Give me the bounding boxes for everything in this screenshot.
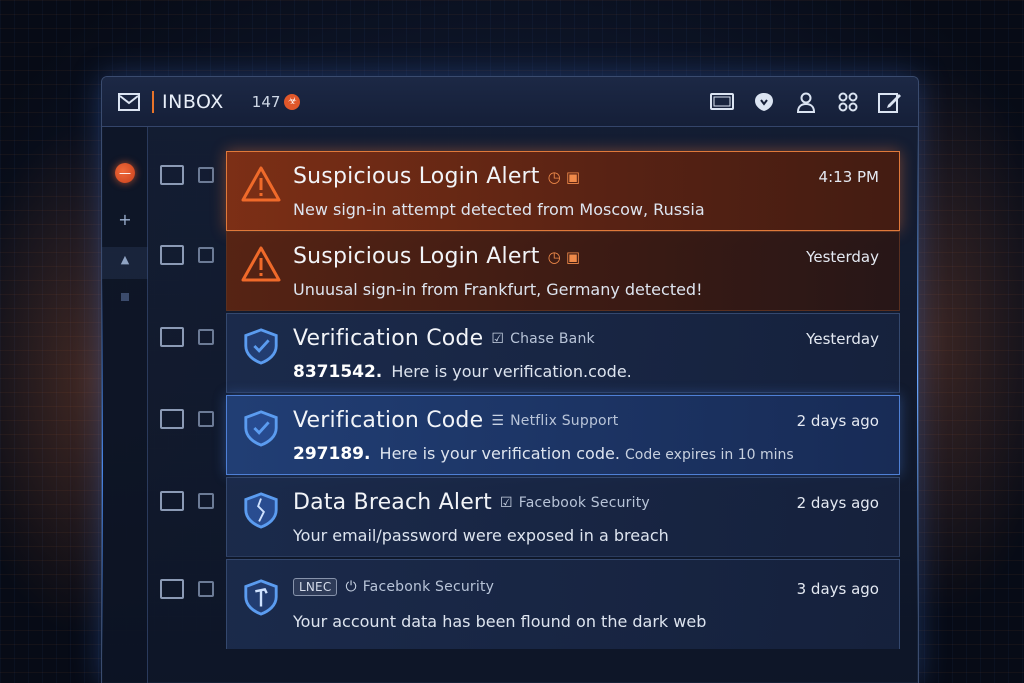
email-preview-text: Here is your verification.code.: [391, 362, 632, 381]
tag-icon: ◷ ▣: [547, 167, 581, 186]
email-card[interactable]: Suspicious Login Alert ◷ ▣ 4:13 PM New s…: [226, 151, 900, 231]
email-card[interactable]: Verification Code ☑ Chase Bank Yesterday…: [226, 313, 900, 393]
email-sender-name: Facebook Security: [518, 494, 650, 511]
email-preview: Your email/password were exposed in a br…: [293, 526, 669, 545]
row-select-checkbox[interactable]: [160, 165, 184, 185]
email-list: Suspicious Login Alert ◷ ▣ 4:13 PM New s…: [148, 127, 918, 683]
shield-heart-icon[interactable]: [752, 90, 776, 114]
email-subject-text: Verification Code: [293, 408, 484, 433]
inbox-title[interactable]: INBOX: [162, 91, 224, 113]
email-subject: LNEC ⏻ Facebonk Security: [293, 578, 494, 596]
email-sender: ☰ Netflix Support: [491, 413, 618, 429]
mail-window: INBOX 147 ☣ — + ▲ Suspicious Login Alert…: [101, 76, 919, 683]
plus-icon[interactable]: +: [115, 209, 135, 229]
email-row[interactable]: Suspicious Login Alert ◷ ▣ 4:13 PM New s…: [148, 151, 918, 231]
user-icon[interactable]: [794, 90, 818, 114]
email-time: 2 days ago: [796, 412, 879, 430]
link-icon[interactable]: [836, 90, 860, 114]
compose-dot-icon[interactable]: —: [115, 163, 135, 183]
shield-breach-icon: [244, 492, 278, 529]
email-time: Yesterday: [806, 330, 879, 348]
email-preview: 297189. Here is your verification code. …: [293, 444, 794, 464]
power-icon: ⏻: [345, 579, 357, 595]
email-card[interactable]: Suspicious Login Alert ◷ ▣ Yesterday Unu…: [226, 231, 900, 311]
toolbar-divider: [152, 90, 154, 113]
unread-count: 147: [251, 92, 281, 111]
email-row[interactable]: Verification Code ☰ Netflix Support 2 da…: [148, 395, 918, 475]
email-row[interactable]: Suspicious Login Alert ◷ ▣ Yesterday Unu…: [148, 231, 918, 311]
email-sender: ⏻ Facebonk Security: [345, 579, 494, 595]
row-checkbox[interactable]: [198, 493, 214, 509]
shield-hammer-icon: [244, 579, 278, 616]
row-checkbox[interactable]: [198, 411, 214, 427]
email-card[interactable]: LNEC ⏻ Facebonk Security 3 days ago Your…: [226, 559, 900, 649]
checkbox-icon: ☑: [491, 330, 505, 347]
checkbox-icon: ☑: [500, 494, 513, 511]
email-card[interactable]: Data Breach Alert ☑ Facebook Security 2 …: [226, 477, 900, 557]
email-time: Yesterday: [806, 248, 879, 266]
email-row[interactable]: LNEC ⏻ Facebonk Security 3 days ago Your…: [148, 559, 918, 649]
email-row[interactable]: Data Breach Alert ☑ Facebook Security 2 …: [148, 477, 918, 557]
email-subject: Verification Code ☑ Chase Bank: [293, 326, 595, 351]
email-preview: New sign-in attempt detected from Moscow…: [293, 200, 705, 219]
row-select-checkbox[interactable]: [160, 327, 184, 347]
email-sender-name: Facebonk Security: [362, 579, 495, 595]
shield-check-icon: [244, 410, 278, 447]
shield-check-icon: [244, 328, 278, 365]
email-preview: Unuusal sign-in from Frankfurt, Germany …: [293, 280, 703, 299]
upload-icon[interactable]: ▲: [115, 249, 135, 269]
email-sender: ☑ Facebook Security: [500, 495, 650, 511]
email-preview: Your account data has been flound on the…: [293, 612, 707, 631]
email-time: 2 days ago: [796, 494, 879, 512]
sidebar: — + ▲: [102, 127, 148, 683]
row-select-checkbox[interactable]: [160, 491, 184, 511]
email-subject-text: Suspicious Login Alert: [293, 164, 540, 189]
row-checkbox[interactable]: [198, 167, 214, 183]
email-preview: 8371542. Here is your verification.code.: [293, 362, 632, 382]
email-time: 4:13 PM: [818, 168, 879, 186]
compose-icon[interactable]: [878, 90, 902, 114]
warning-triangle-icon: [241, 166, 281, 202]
email-row[interactable]: Verification Code ☑ Chase Bank Yesterday…: [148, 313, 918, 393]
email-tag-label: LNEC: [293, 578, 338, 596]
verification-code: 8371542.: [293, 362, 383, 382]
window-icon[interactable]: [710, 90, 734, 114]
envelope-icon[interactable]: [118, 92, 140, 111]
email-subject-text: Verification Code: [293, 326, 484, 351]
list-icon: ☰: [491, 412, 505, 429]
email-sender-name: Netflix Support: [510, 412, 619, 429]
row-checkbox[interactable]: [198, 247, 214, 263]
notification-badge-icon: ☣: [284, 93, 301, 110]
verification-code: 297189.: [293, 444, 371, 464]
email-time: 3 days ago: [796, 580, 879, 598]
row-select-checkbox[interactable]: [160, 409, 184, 429]
toolbar-actions: [710, 90, 902, 114]
email-card[interactable]: Verification Code ☰ Netflix Support 2 da…: [226, 395, 900, 475]
email-subject: Suspicious Login Alert ◷ ▣: [293, 164, 580, 189]
email-subject-text: Suspicious Login Alert: [293, 244, 540, 269]
warning-triangle-icon: [241, 246, 281, 282]
row-checkbox[interactable]: [198, 329, 214, 345]
square-icon[interactable]: [115, 287, 135, 307]
email-subject: Suspicious Login Alert ◷ ▣: [293, 244, 580, 269]
email-preview-text: Here is your verification code.: [379, 444, 620, 463]
row-select-checkbox[interactable]: [160, 245, 184, 265]
email-subject-text: Data Breach Alert: [293, 490, 492, 515]
row-checkbox[interactable]: [198, 581, 214, 597]
email-sender: ☑ Chase Bank: [491, 331, 595, 347]
email-subject: Data Breach Alert ☑ Facebook Security: [293, 490, 650, 515]
row-select-checkbox[interactable]: [160, 579, 184, 599]
toolbar: INBOX 147 ☣: [102, 77, 918, 127]
email-preview-note: Code expires in 10 mins: [625, 447, 794, 463]
tag-icon: ◷ ▣: [547, 247, 581, 266]
email-sender-name: Chase Bank: [510, 330, 595, 347]
email-subject: Verification Code ☰ Netflix Support: [293, 408, 618, 433]
